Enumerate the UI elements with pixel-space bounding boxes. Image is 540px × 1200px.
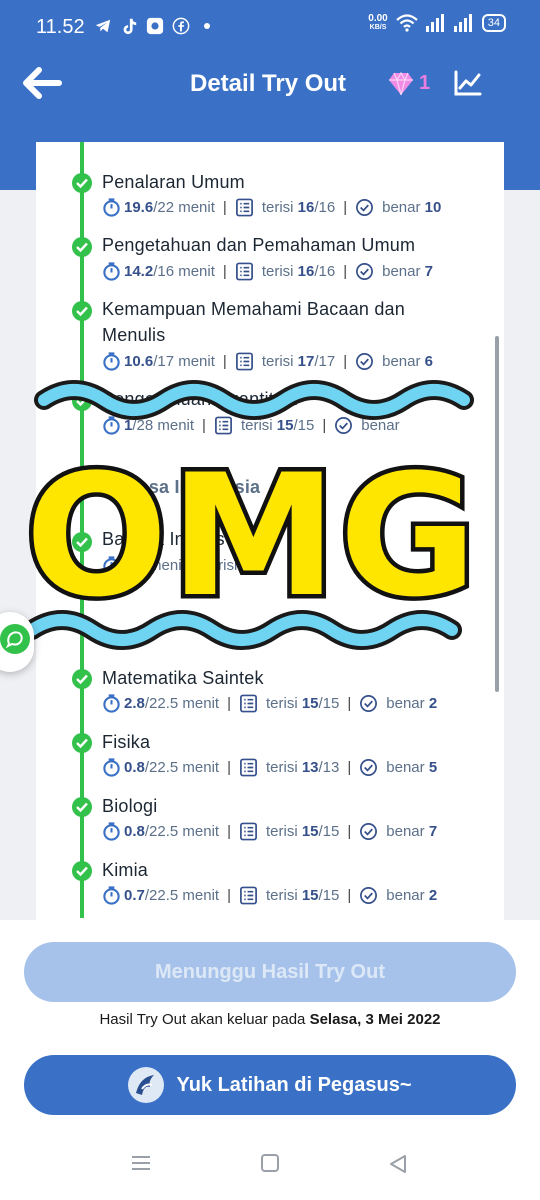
stopwatch-icon bbox=[103, 822, 120, 841]
stopwatch-icon bbox=[103, 886, 120, 905]
check-outline-icon bbox=[360, 887, 378, 904]
net-speed: 0.00 KB/S bbox=[368, 13, 388, 32]
facebook-icon bbox=[172, 17, 190, 35]
pegasus-logo-icon bbox=[128, 1067, 165, 1103]
practice-button-label: Yuk Latihan di Pegasus~ bbox=[176, 1073, 412, 1096]
subtest-meta: 2.8/22.5 menit | terisi 15/15 | benar 2 bbox=[102, 694, 437, 713]
whatsapp-icon bbox=[0, 624, 30, 654]
subtest-name: Kimia bbox=[102, 860, 149, 880]
subtest-name: Biologi bbox=[102, 796, 158, 816]
check-circle-icon bbox=[72, 797, 92, 817]
recent-apps-icon[interactable] bbox=[130, 1154, 152, 1172]
subtest-meta: 0.7/22.5 menit | terisi 15/15 | benar 2 bbox=[102, 886, 437, 905]
sticker-text: OMG bbox=[25, 438, 479, 634]
omg-sticker: OMG bbox=[21, 380, 481, 650]
subtest-meta: 0.8/22.5 menit | terisi 13/13 | benar 5 bbox=[102, 758, 437, 777]
sheet-right-margin bbox=[504, 190, 540, 920]
status-time: 11.52 bbox=[36, 16, 85, 38]
list-icon bbox=[240, 694, 257, 713]
subtest-name: Pengetahuan dan Pemahaman Umum bbox=[102, 235, 416, 255]
subtest-name: Kemampuan Memahami Bacaan dan bbox=[102, 299, 405, 319]
system-indicators: 0.00 KB/S 34 bbox=[368, 14, 506, 32]
back-nav-icon[interactable] bbox=[388, 1154, 408, 1174]
wifi-icon bbox=[396, 14, 418, 32]
check-outline-icon bbox=[356, 199, 374, 216]
stopwatch-icon bbox=[103, 198, 120, 217]
trending-chart-icon[interactable] bbox=[454, 70, 482, 96]
back-arrow-icon[interactable] bbox=[22, 66, 62, 100]
signal-icon-2 bbox=[453, 14, 472, 32]
subtest-name: Penalaran Umum bbox=[102, 172, 245, 192]
subtest-meta: 19.6/22 menit | terisi 16/16 | benar 10 bbox=[102, 198, 441, 217]
subtest-meta: 0.8/22.5 menit | terisi 15/15 | benar 7 bbox=[102, 822, 437, 841]
waiting-result-button[interactable]: Menunggu Hasil Try Out bbox=[24, 942, 516, 1002]
stopwatch-icon bbox=[103, 758, 120, 777]
check-outline-icon bbox=[360, 823, 378, 840]
gem-count: 1 bbox=[419, 72, 431, 94]
check-circle-icon bbox=[72, 733, 92, 753]
subtest-meta: 10.6/17 menit | terisi 17/17 | benar 6 bbox=[102, 352, 433, 371]
list-icon bbox=[235, 352, 253, 371]
more-notifications-dot bbox=[204, 23, 210, 29]
app-icon bbox=[146, 17, 164, 35]
tiktok-icon bbox=[123, 18, 137, 35]
system-navigation-bar bbox=[0, 1130, 540, 1200]
check-circle-icon bbox=[72, 301, 92, 321]
check-circle-icon bbox=[72, 173, 92, 193]
home-icon[interactable] bbox=[260, 1154, 280, 1172]
practice-pegasus-button[interactable]: Yuk Latihan di Pegasus~ bbox=[24, 1055, 516, 1115]
check-outline-icon bbox=[356, 263, 374, 280]
signal-icon bbox=[425, 14, 444, 32]
check-outline-icon bbox=[356, 353, 374, 370]
stopwatch-icon bbox=[103, 352, 120, 371]
result-date-notice: Hasil Try Out akan keluar pada Selasa, 3… bbox=[99, 1011, 441, 1028]
list-icon bbox=[240, 886, 257, 905]
subtest-name: Matematika Saintek bbox=[102, 668, 264, 688]
list-icon bbox=[240, 822, 257, 841]
subtest-name: Fisika bbox=[102, 732, 151, 752]
subtest-meta: 14.2/16 menit | terisi 16/16 | benar 7 bbox=[102, 262, 433, 281]
check-circle-icon bbox=[72, 861, 92, 881]
page-title: Detail Try Out bbox=[190, 70, 347, 97]
battery-indicator: 34 bbox=[481, 14, 506, 32]
list-icon bbox=[235, 198, 253, 217]
check-outline-icon bbox=[360, 695, 378, 712]
subtest-name-line2: Menulis bbox=[102, 325, 166, 345]
stopwatch-icon bbox=[103, 694, 120, 713]
notification-icons bbox=[94, 17, 210, 35]
check-circle-icon bbox=[72, 237, 92, 257]
check-outline-icon bbox=[360, 759, 378, 776]
list-icon bbox=[240, 758, 257, 777]
diamond-icon[interactable] bbox=[388, 72, 414, 96]
stopwatch-icon bbox=[103, 262, 120, 281]
list-icon bbox=[235, 262, 253, 281]
telegram-icon bbox=[95, 19, 111, 33]
check-circle-icon bbox=[72, 669, 92, 689]
status-bar: 11.52 0.00 KB/S 34 bbox=[0, 0, 540, 56]
